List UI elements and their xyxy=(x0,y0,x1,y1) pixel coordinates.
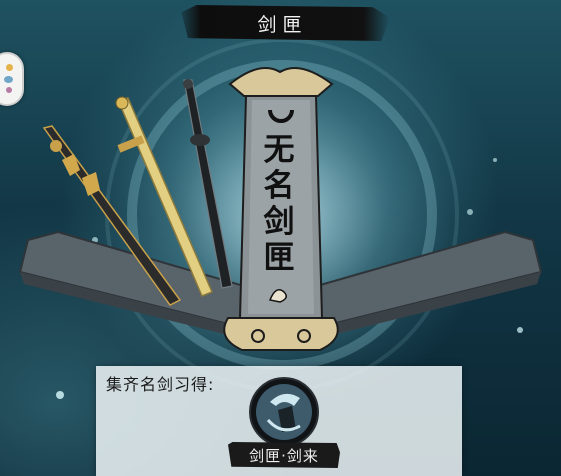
page-title: 剑匣 xyxy=(257,13,308,36)
skill-icon[interactable] xyxy=(248,376,320,448)
game-scene: 无 名 剑 匣 剑匣 集齐名剑习得: 剑匣·剑来 xyxy=(0,0,561,476)
stele-char-4: 匣 xyxy=(263,240,295,276)
reward-panel-label: 集齐名剑习得: xyxy=(106,375,215,394)
stele-char-1: 无 xyxy=(263,132,295,168)
stele-char-2: 名 xyxy=(263,168,295,204)
menu-badge-icon[interactable] xyxy=(0,52,24,106)
stele-char-3: 剑 xyxy=(263,204,295,240)
stele-inscription: 无 名 剑 匣 xyxy=(250,132,308,276)
reward-name-button[interactable]: 剑匣·剑来 xyxy=(228,442,340,468)
